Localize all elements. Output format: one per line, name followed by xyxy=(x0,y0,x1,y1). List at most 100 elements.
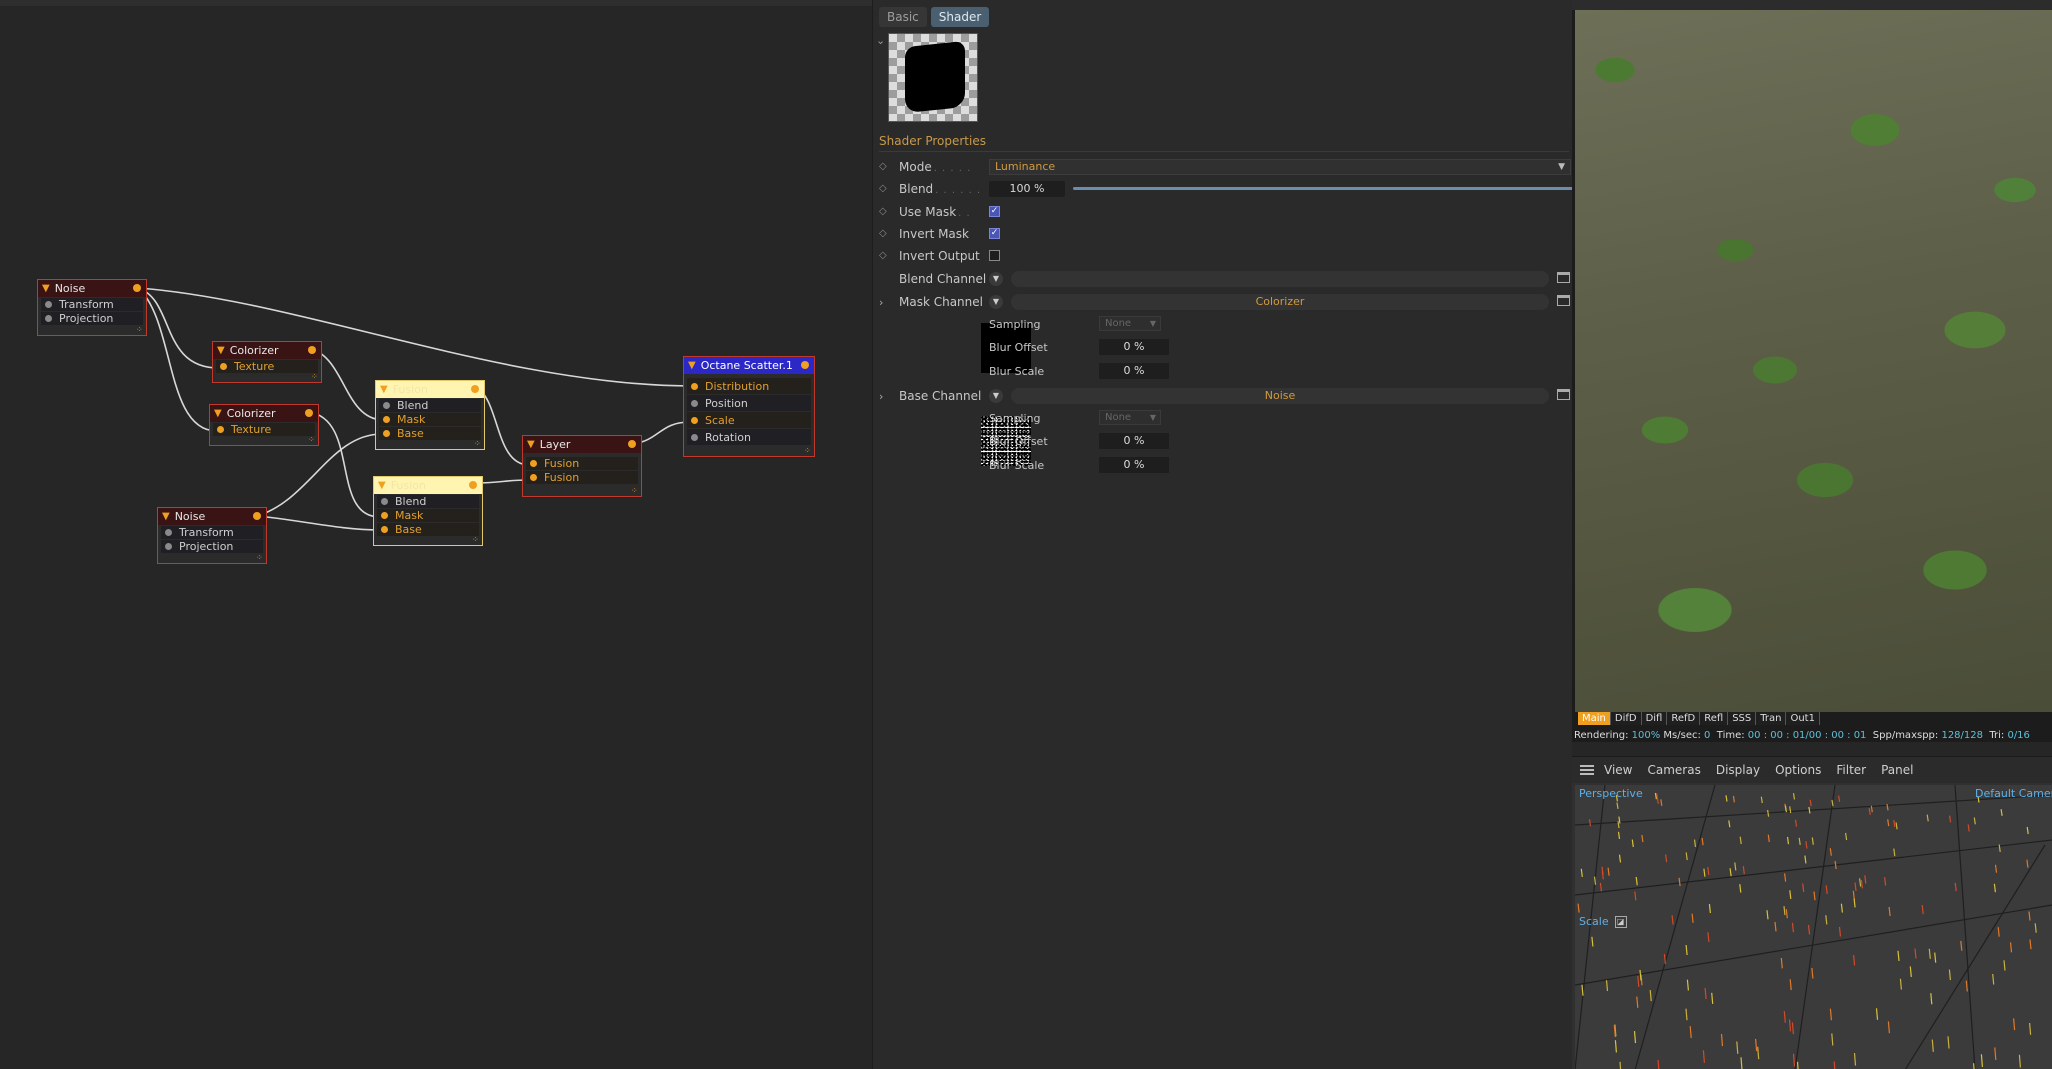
node-noise-1[interactable]: ▼ Noise Transform Projection ⁘ xyxy=(37,279,147,336)
port-base[interactable]: Base xyxy=(377,523,479,536)
port-position[interactable]: Position xyxy=(687,395,811,411)
collapse-triangle-icon[interactable]: ▼ xyxy=(217,345,225,356)
collapse-triangle-icon[interactable]: ▼ xyxy=(378,480,386,491)
node-header[interactable]: ▼ Noise xyxy=(158,508,266,525)
node-header[interactable]: ▼ Layer xyxy=(523,436,641,453)
base-blur-offset-field[interactable]: 0 % xyxy=(1099,433,1169,449)
node-layer[interactable]: ▼ Layer Fusion Fusion ⁘ xyxy=(522,435,642,497)
menu-filter[interactable]: Filter xyxy=(1836,763,1866,777)
output-port-icon[interactable] xyxy=(801,361,809,369)
pass-tab-refd[interactable]: RefD xyxy=(1667,712,1701,725)
pass-tab-tran[interactable]: Tran xyxy=(1756,712,1787,725)
viewport-canvas[interactable]: Perspective Default Camera Scale◪ xyxy=(1575,785,2052,1069)
collapse-triangle-icon[interactable]: ▼ xyxy=(214,408,222,419)
pass-tab-difl[interactable]: Difl xyxy=(1641,712,1668,725)
mask-blur-scale-field[interactable]: 0 % xyxy=(1099,363,1169,379)
port-fusion-1[interactable]: Fusion xyxy=(526,457,638,470)
keyframe-diamond-icon[interactable]: ◇ xyxy=(879,251,889,261)
pass-tab-out1[interactable]: Out1 xyxy=(1786,712,1820,725)
menu-cameras[interactable]: Cameras xyxy=(1647,763,1700,777)
port-projection[interactable]: Projection xyxy=(161,540,263,553)
resize-handle-icon[interactable]: ⁘ xyxy=(631,487,639,495)
port-mask[interactable]: Mask xyxy=(379,413,481,426)
node-header[interactable]: ▼ Noise xyxy=(38,280,146,297)
folder-icon[interactable] xyxy=(1557,295,1570,306)
hud-scale[interactable]: Scale ◪ xyxy=(1579,915,1627,928)
base-channel-field[interactable]: Noise xyxy=(1011,388,1549,404)
invert-mask-checkbox[interactable]: ✓ xyxy=(989,228,1000,239)
port-blend[interactable]: Blend xyxy=(377,495,479,508)
3d-viewport[interactable]: View Cameras Display Options Filter Pane… xyxy=(1572,756,2052,1069)
port-texture[interactable]: Texture xyxy=(216,360,318,373)
port-blend[interactable]: Blend xyxy=(379,399,481,412)
output-port-icon[interactable] xyxy=(471,385,479,393)
channel-menu-button[interactable]: ▼ xyxy=(989,295,1003,309)
hud-toggle-icon[interactable]: ◪ xyxy=(1614,915,1627,928)
blend-field[interactable]: 100 % xyxy=(989,181,1065,197)
output-port-icon[interactable] xyxy=(253,512,261,520)
port-transform[interactable]: Transform xyxy=(41,298,143,311)
node-editor[interactable]: ▼ Noise Transform Projection ⁘ ▼ Colorizer… xyxy=(0,0,872,1069)
output-port-icon[interactable] xyxy=(133,284,141,292)
mask-blur-offset-field[interactable]: 0 % xyxy=(1099,339,1169,355)
port-base[interactable]: Base xyxy=(379,427,481,440)
expand-chevron-icon[interactable]: › xyxy=(879,390,883,403)
collapse-triangle-icon[interactable]: ▼ xyxy=(42,283,50,294)
expand-chevron-icon[interactable]: › xyxy=(879,296,883,309)
node-octane-scatter[interactable]: ▼ Octane Scatter.1 Distribution Position … xyxy=(683,356,815,457)
hamburger-menu-icon[interactable] xyxy=(1580,763,1594,777)
node-header[interactable]: ▼ Octane Scatter.1 xyxy=(684,357,814,374)
node-header[interactable]: ▼ Colorizer xyxy=(213,342,321,359)
resize-handle-icon[interactable]: ⁘ xyxy=(474,440,482,448)
port-transform[interactable]: Transform xyxy=(161,526,263,539)
resize-handle-icon[interactable]: ⁘ xyxy=(311,373,319,381)
collapse-triangle-icon[interactable]: ▼ xyxy=(688,360,696,371)
node-header[interactable]: ▼ Fusion xyxy=(374,477,482,494)
invert-output-checkbox[interactable] xyxy=(989,250,1000,261)
node-colorizer-1[interactable]: ▼ Colorizer Texture ⁘ xyxy=(212,341,322,383)
channel-menu-button[interactable]: ▼ xyxy=(989,389,1003,403)
resize-handle-icon[interactable]: ⁘ xyxy=(804,447,812,455)
keyframe-diamond-icon[interactable]: ◇ xyxy=(879,207,889,217)
keyframe-diamond-icon[interactable]: ◇ xyxy=(879,229,889,239)
menu-options[interactable]: Options xyxy=(1775,763,1821,777)
keyframe-diamond-icon[interactable]: ◇ xyxy=(879,184,889,194)
collapse-triangle-icon[interactable]: ▼ xyxy=(380,384,388,395)
port-mask[interactable]: Mask xyxy=(377,509,479,522)
output-port-icon[interactable] xyxy=(305,409,313,417)
viewport-projection-label[interactable]: Perspective xyxy=(1579,787,1643,800)
collapse-triangle-icon[interactable]: ▼ xyxy=(527,439,535,450)
resize-handle-icon[interactable]: ⁘ xyxy=(136,326,144,334)
tab-shader[interactable]: Shader xyxy=(930,7,990,27)
mask-channel-field[interactable]: Colorizer xyxy=(1011,294,1549,310)
resize-handle-icon[interactable]: ⁘ xyxy=(472,536,480,544)
node-header[interactable]: ▼ Fusion xyxy=(376,381,484,398)
base-sampling-dropdown[interactable]: None ▼ xyxy=(1099,410,1161,425)
menu-panel[interactable]: Panel xyxy=(1881,763,1913,777)
pass-tab-sss[interactable]: SSS xyxy=(1728,712,1757,725)
render-toolbar[interactable] xyxy=(1572,0,2052,10)
base-blur-scale-field[interactable]: 0 % xyxy=(1099,457,1169,473)
menu-view[interactable]: View xyxy=(1604,763,1632,777)
menu-display[interactable]: Display xyxy=(1716,763,1760,777)
port-scale[interactable]: Scale xyxy=(687,412,811,428)
pass-tab-difd[interactable]: DifD xyxy=(1610,712,1642,725)
blend-slider[interactable] xyxy=(1073,183,1575,194)
node-fusion-2[interactable]: ▼ Fusion Blend Mask Base ⁘ xyxy=(373,476,483,546)
use-mask-checkbox[interactable]: ✓ xyxy=(989,206,1000,217)
keyframe-diamond-icon[interactable]: ◇ xyxy=(879,162,889,172)
node-header[interactable]: ▼ Colorizer xyxy=(210,405,318,422)
mode-dropdown[interactable]: Luminance ▼ xyxy=(989,159,1571,175)
collapse-triangle-icon[interactable]: ▼ xyxy=(162,511,170,522)
folder-icon[interactable] xyxy=(1557,272,1570,283)
folder-icon[interactable] xyxy=(1557,389,1570,400)
pass-tab-refl[interactable]: Refl xyxy=(1700,712,1729,725)
resize-handle-icon[interactable]: ⁘ xyxy=(256,554,264,562)
viewport-camera-label[interactable]: Default Camera xyxy=(1975,787,2052,800)
node-colorizer-2[interactable]: ▼ Colorizer Texture ⁘ xyxy=(209,404,319,446)
channel-menu-button[interactable]: ▼ xyxy=(989,272,1003,286)
output-port-icon[interactable] xyxy=(308,346,316,354)
port-fusion-2[interactable]: Fusion xyxy=(526,471,638,484)
node-noise-2[interactable]: ▼ Noise Transform Projection ⁘ xyxy=(157,507,267,564)
port-rotation[interactable]: Rotation xyxy=(687,429,811,445)
